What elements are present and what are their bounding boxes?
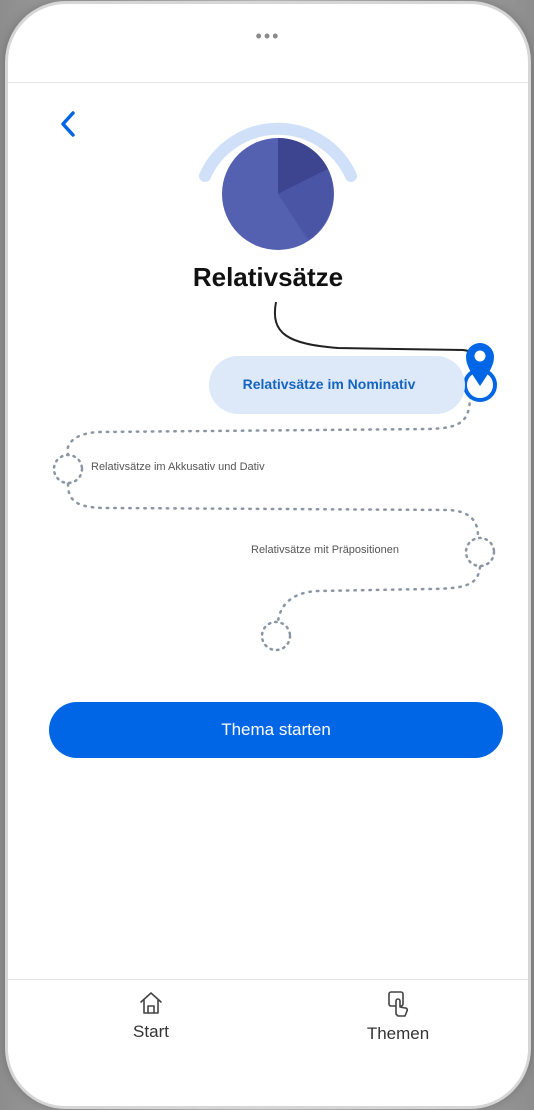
circle-progress-icon (222, 138, 334, 250)
step-node-2 (464, 536, 496, 568)
step-label-2[interactable]: Relativsätze mit Präpositionen (251, 544, 399, 556)
step-node-1 (52, 453, 84, 485)
phone-screen: ••• Relativsätze Relativsätze im Nominat… (8, 4, 528, 1106)
nav-label-start: Start (133, 1022, 169, 1041)
nav-item-start[interactable]: Start (91, 990, 211, 1070)
start-topic-button[interactable]: Thema starten (49, 702, 503, 758)
home-icon (140, 992, 162, 1014)
nav-label-themen: Themen (366, 1024, 430, 1043)
topic-title: Relativsätze (192, 262, 344, 292)
bottom-nav: Start Themen (8, 979, 528, 1106)
nav-item-themen[interactable]: Themen (338, 990, 458, 1070)
progress-line (273, 301, 481, 363)
step-node-3 (260, 620, 292, 652)
current-step-label[interactable]: Relativsätze im Nominativ (209, 376, 449, 392)
tap-icon (388, 991, 409, 1017)
step-label-1[interactable]: Relativsätze im Akkusativ und Dativ (91, 461, 265, 473)
